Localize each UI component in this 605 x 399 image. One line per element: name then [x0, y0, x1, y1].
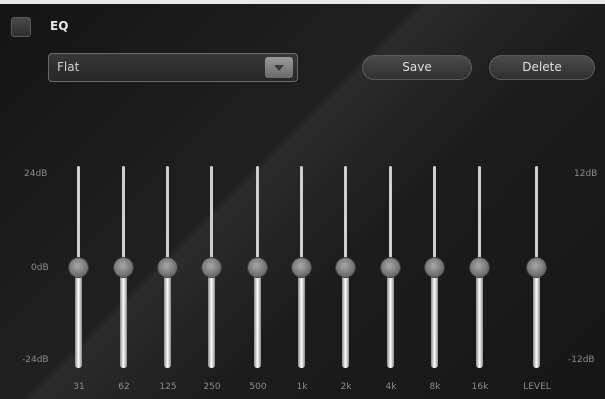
preset-selected-value: Flat	[57, 60, 80, 74]
slider-fill	[342, 267, 349, 368]
scale-left-max: 24dB	[24, 169, 48, 179]
band-slider-125[interactable]	[157, 166, 178, 368]
save-button[interactable]: Save	[362, 55, 472, 80]
eq-label: EQ	[50, 19, 69, 33]
delete-button[interactable]: Delete	[489, 55, 595, 80]
band-label: 250	[203, 382, 221, 392]
preset-dropdown[interactable]: Flat	[48, 53, 298, 82]
band-label: LEVEL	[523, 382, 551, 392]
band-label: 500	[249, 382, 267, 392]
slider-knob[interactable]	[201, 257, 222, 278]
band-slider-31[interactable]	[68, 166, 89, 368]
band-label: 4k	[385, 382, 397, 392]
eq-enable-checkbox[interactable]	[11, 17, 31, 37]
slider-knob[interactable]	[380, 257, 401, 278]
band-label: 16k	[471, 382, 489, 392]
slider-knob[interactable]	[335, 257, 356, 278]
slider-fill	[164, 267, 171, 368]
slider-fill	[387, 267, 394, 368]
slider-fill	[254, 267, 261, 368]
band-label: 1k	[296, 382, 308, 392]
slider-fill	[208, 267, 215, 368]
top-edge	[0, 0, 605, 4]
slider-knob[interactable]	[291, 257, 312, 278]
slider-knob[interactable]	[247, 257, 268, 278]
band-slider-8k[interactable]	[424, 166, 445, 368]
band-label: 125	[159, 382, 177, 392]
band-label: 31	[73, 382, 85, 392]
band-slider-1k[interactable]	[291, 166, 312, 368]
slider-fill	[120, 267, 127, 368]
band-slider-250[interactable]	[201, 166, 222, 368]
band-slider-62[interactable]	[113, 166, 134, 368]
slider-fill	[75, 267, 82, 368]
scale-right-min: -12dB	[568, 355, 595, 365]
chevron-down-icon[interactable]	[265, 57, 293, 78]
slider-knob[interactable]	[526, 257, 547, 278]
slider-knob[interactable]	[424, 257, 445, 278]
band-slider-2k[interactable]	[335, 166, 356, 368]
slider-fill	[476, 267, 483, 368]
slider-fill	[298, 267, 305, 368]
slider-knob[interactable]	[113, 257, 134, 278]
equalizer-panel: EQ Flat Save Delete 24dB 0dB -24dB 12dB …	[0, 0, 605, 399]
scale-left-zero: 0dB	[31, 263, 49, 273]
band-label: 8k	[429, 382, 441, 392]
level-slider[interactable]	[526, 166, 547, 368]
band-label: 2k	[340, 382, 352, 392]
slider-knob[interactable]	[157, 257, 178, 278]
band-slider-16k[interactable]	[469, 166, 490, 368]
slider-fill	[533, 267, 540, 368]
band-slider-500[interactable]	[247, 166, 268, 368]
slider-fill	[431, 267, 438, 368]
scale-right-max: 12dB	[574, 169, 598, 179]
slider-knob[interactable]	[469, 257, 490, 278]
band-label: 62	[118, 382, 130, 392]
slider-knob[interactable]	[68, 257, 89, 278]
scale-left-min: -24dB	[22, 355, 49, 365]
band-slider-4k[interactable]	[380, 166, 401, 368]
